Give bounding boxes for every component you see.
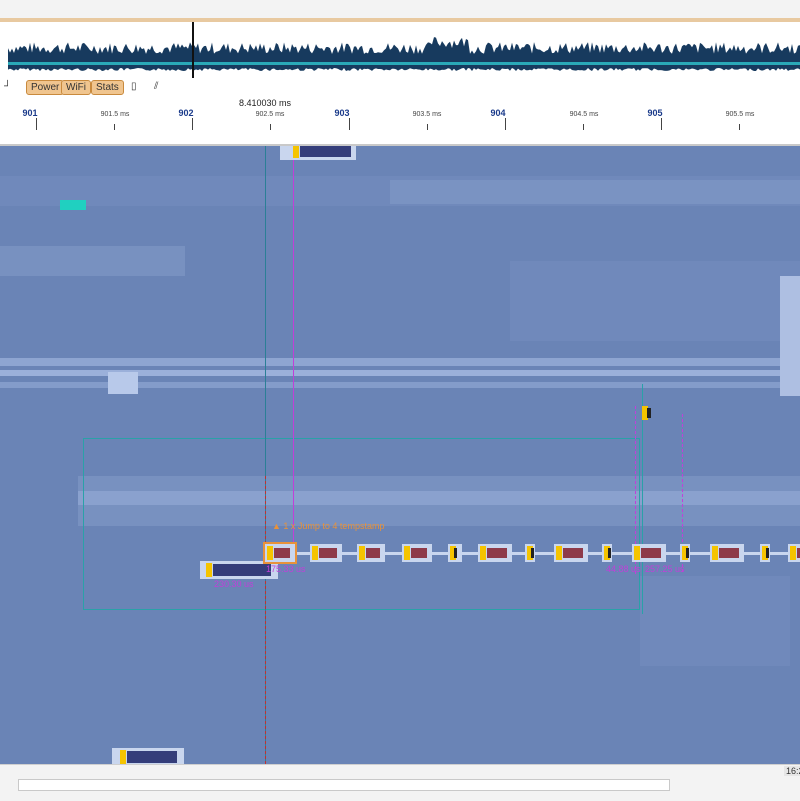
event-slice[interactable] (554, 544, 588, 562)
marker-label: 230.30 us (214, 579, 254, 589)
cursor-time-label: 8.410030 ms (238, 98, 292, 108)
tick-line-major (192, 118, 193, 130)
tick-line-major (349, 118, 350, 130)
marker-line[interactable] (293, 156, 294, 556)
wave-icon[interactable]: ⫽ (154, 80, 158, 93)
event-slice[interactable] (263, 542, 297, 564)
tick-minor: 903.5 ms (412, 111, 442, 118)
event-slice[interactable] (710, 544, 744, 562)
corner-bracket-icon[interactable]: ┘ (4, 80, 11, 93)
track-band (0, 246, 185, 276)
marker-label: 175.33 us (266, 564, 306, 574)
highlight-marker (60, 200, 86, 210)
power-chip[interactable]: Power (26, 80, 65, 95)
tick-minor: 901.5 ms (100, 111, 130, 118)
overview-cursor-line[interactable] (192, 22, 194, 78)
track-band (0, 358, 800, 366)
event-slice[interactable] (680, 544, 690, 562)
phone-icon[interactable]: ▯ (131, 80, 137, 93)
event-slice[interactable] (632, 544, 666, 562)
track-band (108, 372, 138, 394)
event-slice[interactable] (478, 544, 512, 562)
tick-line-minor (739, 124, 740, 130)
event-slice[interactable] (357, 544, 385, 562)
timeline-overview[interactable] (0, 18, 800, 78)
title-bar (0, 0, 800, 19)
event-slice[interactable] (310, 544, 342, 562)
tick-line-major (661, 118, 662, 130)
event-slice[interactable] (640, 404, 656, 422)
waveform-path (8, 37, 800, 71)
track-band (510, 261, 800, 341)
tick-major: 904 (490, 108, 506, 118)
tick-line-major (36, 118, 37, 130)
track-band (780, 276, 800, 396)
cursor-line-dashed (265, 476, 266, 764)
tick-line-minor (427, 124, 428, 130)
event-slice[interactable] (448, 544, 462, 562)
horizontal-scrollbar[interactable] (18, 779, 670, 791)
track-band (640, 576, 790, 666)
stats-chip[interactable]: Stats (91, 80, 124, 95)
marker-label: 257.25 us (645, 564, 685, 574)
tick-line-minor (583, 124, 584, 130)
trace-canvas[interactable]: 175.33 us 230.30 us 44.88 us 257.25 us ▲… (0, 146, 800, 764)
toolbar: ┘ Power WiFi Stats ▯ ⫽ (0, 78, 800, 96)
overview-range-bar[interactable] (0, 18, 800, 22)
event-slice[interactable] (760, 544, 770, 562)
overview-waveform (8, 22, 800, 78)
tick-major: 901 (22, 108, 38, 118)
tick-line-minor (270, 124, 271, 130)
track-band (390, 180, 800, 204)
event-slice[interactable] (602, 544, 612, 562)
tick-minor: 902.5 ms (255, 111, 285, 118)
tick-line-major (505, 118, 506, 130)
tick-minor: 905.5 ms (725, 111, 755, 118)
event-slice[interactable] (788, 544, 800, 562)
event-slice[interactable] (112, 748, 184, 764)
event-slice[interactable] (280, 146, 356, 160)
time-corner-label: 16:2 (784, 766, 800, 776)
waveform-baseline (8, 62, 800, 65)
tick-major: 905 (647, 108, 663, 118)
tick-minor: 904.5 ms (569, 111, 599, 118)
event-slice[interactable] (402, 544, 432, 562)
event-slice[interactable] (525, 544, 535, 562)
tick-line-minor (114, 124, 115, 130)
time-ruler[interactable]: 8.410030 ms 901 902 903 904 905 901.5 ms… (0, 96, 800, 146)
callout-label: ▲ 1 x Jump to 4 tempstamp (272, 521, 385, 531)
wifi-chip[interactable]: WiFi (61, 80, 91, 95)
tick-major: 903 (334, 108, 350, 118)
tick-major: 902 (178, 108, 194, 118)
marker-label: 44.88 us (606, 564, 641, 574)
